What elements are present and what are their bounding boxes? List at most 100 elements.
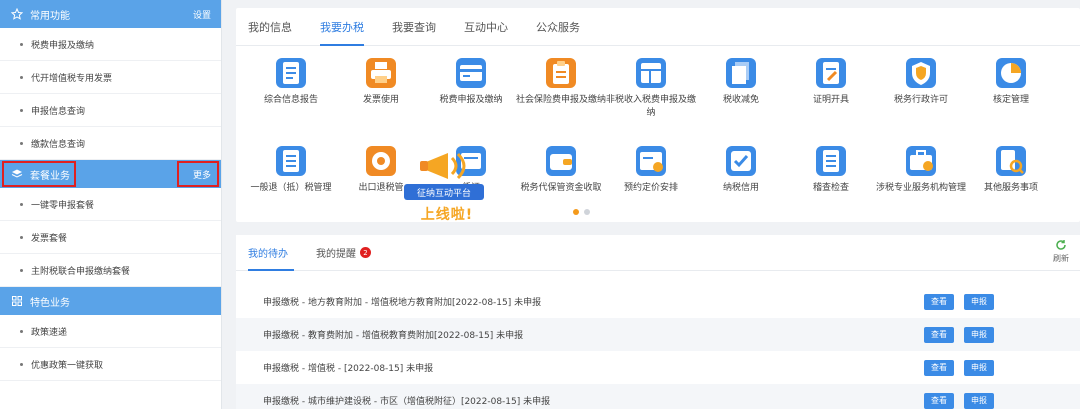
tab-label: 我的待办 <box>248 249 288 260</box>
check-icon <box>726 146 756 176</box>
sidebar-item-payment-query[interactable]: 缴款信息查询 <box>0 127 221 160</box>
service-tile-label: 预约定价安排 <box>623 183 678 193</box>
tab-tax-handling[interactable]: 我要办税 <box>320 19 378 46</box>
service-tile[interactable]: 一般退（抵）税管理 <box>246 146 336 195</box>
settings-link[interactable]: 设置 <box>193 8 211 21</box>
list-icon <box>816 146 846 176</box>
refresh-label: 刷新 <box>1053 254 1069 263</box>
gear-icon <box>366 146 396 176</box>
sidebar-item-label: 优惠政策一键获取 <box>31 360 104 371</box>
service-tile[interactable]: 涉税专业服务机构管理 <box>876 146 966 195</box>
sidebar-item-joint-filing[interactable]: 主附税联合申报缴纳套餐 <box>0 254 221 287</box>
sidebar-item-filing-query[interactable]: 申报信息查询 <box>0 94 221 127</box>
sidebar-item-invoice-package[interactable]: 发票套餐 <box>0 221 221 254</box>
bullet-icon <box>20 235 23 239</box>
shield-icon <box>906 58 936 88</box>
reminder-count-badge: 2 <box>360 247 371 258</box>
tab-my-reminders[interactable]: 我的提醒 2 <box>316 245 377 270</box>
card-icon <box>456 58 486 88</box>
service-tile-label: 其他服务事项 <box>983 183 1038 193</box>
special-business-title: 特色业务 <box>30 297 70 309</box>
more-link[interactable]: 更多 <box>193 168 211 181</box>
task-text: 申报缴税 - 地方教育附加 - 增值税地方教育附加[2022-08-15] 未申… <box>263 298 542 308</box>
bullet-icon <box>20 362 23 366</box>
promo-launch-text: 上线啦! <box>420 207 474 223</box>
view-button[interactable]: 查看 <box>924 392 954 409</box>
service-tile[interactable]: 综合信息报告 <box>246 58 336 107</box>
sidebar-item-label: 政策速递 <box>31 327 68 338</box>
service-tile[interactable]: 税务代保管资金收取 <box>516 146 606 195</box>
view-button[interactable]: 查看 <box>924 326 954 343</box>
service-tile[interactable]: 社会保险费申报及缴纳 <box>516 58 606 107</box>
task-row: 申报缴税 - 地方教育附加 - 增值税地方教育附加[2022-08-15] 未申… <box>236 285 1080 318</box>
carousel-dots <box>573 209 590 215</box>
sidebar: 常用功能 设置 税费申报及缴纳 代开增值税专用发票 申报信息查询 缴款信息查询 … <box>0 0 222 409</box>
refresh-button[interactable]: 刷新 <box>1048 239 1074 264</box>
star-icon <box>10 7 24 21</box>
declare-button[interactable]: 申报 <box>964 392 994 409</box>
task-row: 申报缴税 - 城市维护建设税 - 市区（增值税附征）[2022-08-15] 未… <box>236 384 1080 409</box>
pages-icon <box>726 58 756 88</box>
certificate-icon <box>816 58 846 88</box>
table-icon <box>636 58 666 88</box>
special-business-header: 特色业务 <box>0 287 221 315</box>
task-text: 申报缴税 - 城市维护建设税 - 市区（增值税附征）[2022-08-15] 未… <box>263 397 551 407</box>
sidebar-item-vat-invoice[interactable]: 代开增值税专用发票 <box>0 61 221 94</box>
tab-my-todo[interactable]: 我的待办 <box>248 245 294 271</box>
promo-banner[interactable]: 征纳互动平台 上线啦! <box>400 148 490 230</box>
sidebar-item-preferential-policy[interactable]: 优惠政策一键获取 <box>0 348 221 381</box>
carousel-dot-active[interactable] <box>573 209 579 215</box>
carousel-dot[interactable] <box>584 209 590 215</box>
sidebar-item-tax-filing[interactable]: 税费申报及缴纳 <box>0 28 221 61</box>
service-tile[interactable]: 非税收入税费申报及缴纳 <box>606 58 696 120</box>
service-tile[interactable]: 预约定价安排 <box>606 146 696 195</box>
service-tile[interactable]: 发票使用 <box>336 58 426 107</box>
service-tile-label: 涉税专业服务机构管理 <box>876 183 967 193</box>
bullet-icon <box>20 108 23 112</box>
service-tile[interactable]: 稽查检查 <box>786 146 876 195</box>
service-tile[interactable]: 税费申报及缴纳 <box>426 58 516 107</box>
service-tile-label: 税务代保管资金收取 <box>520 183 602 193</box>
clipboard-icon <box>546 58 576 88</box>
declare-button[interactable]: 申报 <box>964 293 994 310</box>
tab-public-service[interactable]: 公众服务 <box>536 19 594 45</box>
bullet-icon <box>20 141 23 145</box>
task-list: 申报缴税 - 地方教育附加 - 增值税地方教育附加[2022-08-15] 未申… <box>236 285 1080 409</box>
wallet-icon <box>546 146 576 176</box>
service-tile[interactable]: 证明开具 <box>786 58 876 107</box>
bullet-icon <box>20 202 23 206</box>
service-tile-label: 一般退（抵）税管理 <box>250 183 332 193</box>
view-button[interactable]: 查看 <box>924 359 954 376</box>
common-functions-header: 常用功能 设置 <box>0 0 221 28</box>
declare-button[interactable]: 申报 <box>964 359 994 376</box>
declare-button[interactable]: 申报 <box>964 326 994 343</box>
tab-query[interactable]: 我要查询 <box>392 19 450 45</box>
service-tile[interactable]: 税收减免 <box>696 58 786 107</box>
package-business-header: 套餐业务 更多 <box>0 160 221 188</box>
tab-interaction[interactable]: 互动中心 <box>464 19 522 45</box>
sidebar-item-policy-express[interactable]: 政策速递 <box>0 315 221 348</box>
service-tile-label: 稽查检查 <box>812 183 849 193</box>
bullet-icon <box>20 268 23 272</box>
tab-my-info[interactable]: 我的信息 <box>248 19 306 45</box>
sidebar-item-label: 税费申报及缴纳 <box>31 40 95 51</box>
sidebar-item-label: 一键零申报套餐 <box>31 200 95 211</box>
document-icon <box>276 58 306 88</box>
service-tile-label: 纳税信用 <box>722 183 759 193</box>
top-tabs: 我的信息 我要办税 我要查询 互动中心 公众服务 <box>236 8 1080 46</box>
task-text: 申报缴税 - 增值税 - [2022-08-15] 未申报 <box>263 364 434 374</box>
service-tile[interactable]: 核定管理 <box>966 58 1056 107</box>
task-row: 申报缴税 - 增值税 - [2022-08-15] 未申报 查看 申报 <box>236 351 1080 384</box>
service-tile[interactable]: 其他服务事项 <box>966 146 1056 195</box>
service-tile[interactable]: 税务行政许可 <box>876 58 966 107</box>
common-functions-title: 常用功能 <box>30 10 70 22</box>
view-button[interactable]: 查看 <box>924 293 954 310</box>
refund-icon <box>276 146 306 176</box>
sidebar-item-zero-filing[interactable]: 一键零申报套餐 <box>0 188 221 221</box>
service-tile[interactable]: 纳税信用 <box>696 146 786 195</box>
bullet-icon <box>20 75 23 79</box>
briefcase-icon <box>906 146 936 176</box>
pie-chart-icon <box>996 58 1026 88</box>
search-doc-icon <box>996 146 1026 176</box>
sidebar-item-label: 缴款信息查询 <box>31 139 86 150</box>
